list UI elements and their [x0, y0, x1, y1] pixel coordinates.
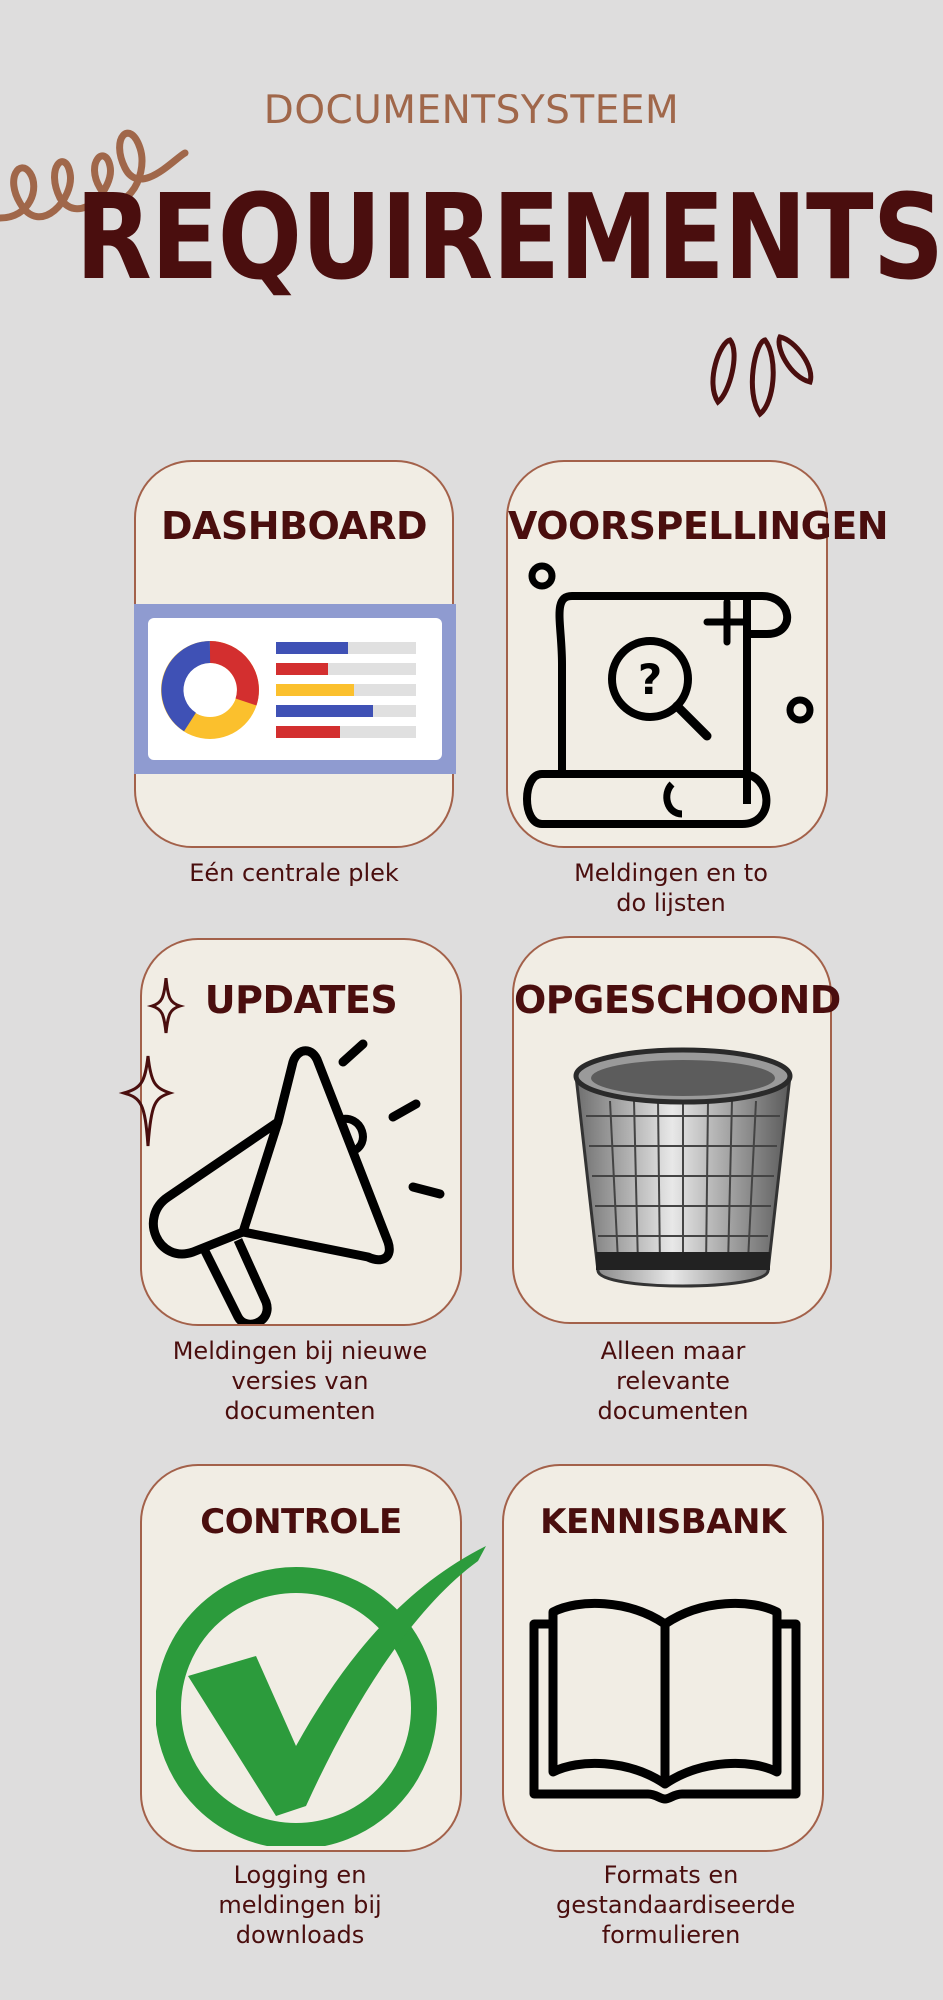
book-icon: [529, 1598, 801, 1804]
page-title: REQUIREMENTS: [75, 168, 943, 306]
card-voorspellingen: VOORSPELLINGEN ?: [506, 460, 889, 848]
card-dashboard: DASHBOARD: [134, 460, 456, 848]
scroll-search-icon: ?: [523, 562, 814, 828]
card-kennisbank: KENNISBANK: [502, 1464, 824, 1852]
card-caption: Formats en gestandaardiseerde formuliere…: [556, 1861, 796, 1949]
trash-bin-icon: [573, 1047, 793, 1288]
sparkle-icon: [118, 978, 186, 1147]
card-controle: CONTROLE: [140, 1464, 486, 1852]
card-title: OPGESCHOOND: [514, 978, 841, 1022]
card-title: VOORSPELLINGEN: [508, 504, 889, 548]
dashboard-icon: [134, 604, 456, 774]
card-updates: UPDATES: [140, 938, 462, 1326]
card-caption: Eén centrale plek: [189, 859, 399, 887]
page-subtitle: DOCUMENTSYSTEEM: [263, 88, 680, 133]
card-caption: Meldingen bij nieuwe versies van documen…: [172, 1337, 428, 1425]
card-opgeschoond: OPGESCHOOND: [512, 936, 841, 1324]
card-caption: Meldingen en to do lijsten: [574, 859, 768, 917]
card-caption: Alleen maar relevante documenten: [597, 1337, 749, 1425]
checkmark-icon: [156, 1546, 486, 1846]
card-title: CONTROLE: [200, 1502, 402, 1542]
leaves-decoration-icon: [710, 334, 814, 418]
card-title: DASHBOARD: [160, 504, 428, 548]
svg-text:?: ?: [638, 655, 662, 704]
card-title: KENNISBANK: [540, 1502, 786, 1542]
card-caption: Logging en meldingen bij downloads: [218, 1861, 382, 1949]
